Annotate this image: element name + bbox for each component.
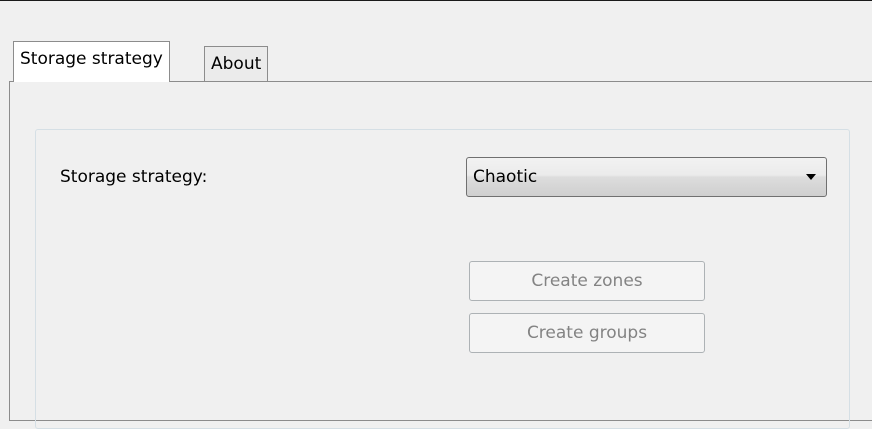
create-groups-button[interactable]: Create groups <box>469 313 705 353</box>
storage-strategy-selected-value: Chaotic <box>473 167 538 187</box>
tab-about-label: About <box>211 54 262 74</box>
storage-strategy-dropdown[interactable]: Chaotic <box>466 157 827 197</box>
tab-about[interactable]: About <box>204 46 269 81</box>
tab-storage-strategy-label: Storage strategy <box>20 49 163 69</box>
create-zones-button[interactable]: Create zones <box>469 261 705 301</box>
dropdown-arrow-icon <box>806 174 816 180</box>
storage-strategy-label: Storage strategy: <box>60 167 208 187</box>
tab-storage-strategy[interactable]: Storage strategy <box>13 41 170 82</box>
settings-window: Storage strategy About Storage strategy:… <box>0 1 872 429</box>
